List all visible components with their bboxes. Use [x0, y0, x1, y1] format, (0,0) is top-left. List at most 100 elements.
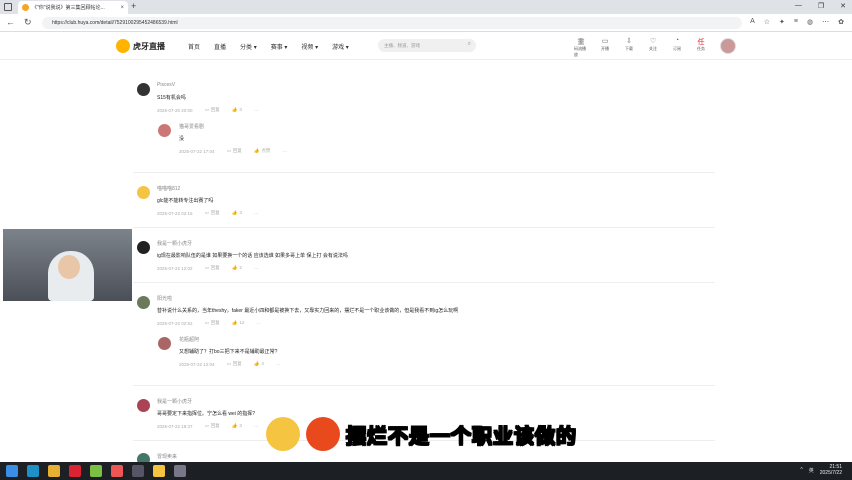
- app-icon[interactable]: [132, 465, 144, 477]
- browser-toolbar-icons: A ☆ ✦ ≡ ◍ ⋯ ✿: [750, 18, 844, 26]
- comment-author[interactable]: PiscesV: [157, 82, 175, 88]
- tasks-icon: 任: [697, 39, 705, 46]
- profile-icon[interactable]: ◍: [807, 18, 813, 26]
- cartoon-sticker-icon: [266, 417, 300, 451]
- avatar[interactable]: [137, 296, 150, 309]
- like-button[interactable]: 👍 12: [232, 320, 245, 326]
- user-avatar[interactable]: [720, 38, 736, 54]
- explorer-icon[interactable]: [48, 465, 60, 477]
- app-icon[interactable]: [90, 465, 102, 477]
- comment-meta: 2025-07-22 02:52 ▭ 回复 👍 12 ···: [157, 320, 261, 326]
- close-window-button[interactable]: ✕: [840, 2, 846, 10]
- app-icon[interactable]: [153, 465, 165, 477]
- app-icon[interactable]: [111, 465, 123, 477]
- nav-home[interactable]: 首页: [188, 42, 200, 51]
- site-search-input[interactable]: 主播、频道、游戏 ⌕: [378, 39, 476, 52]
- more-icon[interactable]: ···: [254, 424, 259, 429]
- wps-icon[interactable]: [69, 465, 81, 477]
- more-icon[interactable]: ···: [254, 266, 259, 271]
- avatar[interactable]: [137, 186, 150, 199]
- comment-meta: 2025-07-22 17:04 ▭ 回复 👍 点赞 ···: [179, 148, 287, 154]
- windows-taskbar: ^ 英 21:51 2025/7/22: [0, 462, 852, 480]
- avatar[interactable]: [137, 241, 150, 254]
- like-count: 点赞: [261, 148, 271, 153]
- avatar[interactable]: [158, 124, 171, 137]
- header-action-tasks[interactable]: 任任务: [694, 37, 708, 58]
- url-field[interactable]: https://club.huya.com/detail/75291002954…: [42, 17, 742, 29]
- tab-title: 《"你"说我说》第三集回顾帖论...: [32, 5, 105, 11]
- avatar[interactable]: [137, 83, 150, 96]
- nav-category[interactable]: 分类 ▾: [240, 42, 257, 51]
- like-count: 3: [239, 423, 242, 428]
- nav-events[interactable]: 赛事 ▾: [271, 42, 288, 51]
- tray-expand-icon[interactable]: ^: [800, 467, 802, 473]
- reply-button[interactable]: ▭ 回复: [205, 320, 220, 326]
- comment-author[interactable]: 阳光啦: [157, 295, 172, 302]
- reply-button[interactable]: ▭ 回复: [227, 361, 242, 367]
- like-button[interactable]: 👍 4: [254, 361, 264, 367]
- translate-icon[interactable]: A: [750, 18, 755, 26]
- more-icon[interactable]: ···: [276, 362, 281, 367]
- header-action-follow[interactable]: ♡ 关注: [646, 37, 660, 58]
- refresh-icon[interactable]: ↻: [24, 17, 32, 28]
- browser-tab[interactable]: 《"你"说我说》第三集回顾帖论... ×: [18, 1, 128, 14]
- more-menu-icon[interactable]: ⋯: [822, 18, 829, 26]
- comment-author[interactable]: 我是一颗小虎牙: [157, 240, 192, 247]
- window-menu-icon[interactable]: [4, 3, 12, 11]
- start-icon[interactable]: [6, 465, 18, 477]
- thumbs-up-icon: 👍: [231, 265, 238, 270]
- reply-button[interactable]: ▭ 回复: [227, 148, 242, 154]
- comment-author[interactable]: 花瓶超阿: [179, 336, 199, 343]
- bookmark-star-icon[interactable]: ☆: [764, 18, 770, 26]
- huya-logo[interactable]: 虎牙直播: [116, 39, 165, 53]
- more-icon[interactable]: ···: [256, 321, 261, 326]
- avatar[interactable]: [137, 399, 150, 412]
- nav-live[interactable]: 直播: [214, 42, 226, 51]
- like-button[interactable]: 👍 2: [232, 265, 242, 271]
- reply-button[interactable]: ▭ 回复: [205, 423, 220, 429]
- like-button[interactable]: 👍 3: [232, 210, 242, 216]
- comment-author[interactable]: 冒现卖来: [157, 453, 177, 460]
- taskbar-apps: [6, 465, 186, 477]
- reply-label: 回复: [210, 210, 220, 215]
- header-action-subscribe[interactable]: ◔ 订阅: [670, 37, 684, 58]
- favorites-icon[interactable]: ≡: [794, 18, 798, 26]
- like-button[interactable]: 👍 3: [232, 423, 242, 429]
- tab-close-icon[interactable]: ×: [120, 5, 124, 11]
- comment-author[interactable]: 猫哥爱看剧: [179, 123, 204, 130]
- reply-icon: ▭: [204, 210, 209, 215]
- like-button[interactable]: 👍 3: [232, 107, 242, 113]
- reply-button[interactable]: ▭ 回复: [205, 107, 220, 113]
- site-header: 虎牙直播 首页 直播 分类 ▾ 赛事 ▾ 视频 ▾ 游戏 ▾ 主播、频道、游戏 …: [0, 32, 852, 60]
- like-count: 3: [239, 210, 242, 215]
- header-action-stream[interactable]: 重码流播放: [574, 37, 588, 58]
- nav-games[interactable]: 游戏 ▾: [332, 42, 349, 51]
- more-icon[interactable]: ···: [282, 149, 287, 154]
- restore-button[interactable]: ❐: [818, 2, 824, 10]
- new-tab-button[interactable]: +: [131, 1, 136, 11]
- header-action-broadcast[interactable]: ▭ 开播: [598, 37, 612, 58]
- extensions-icon[interactable]: ✦: [779, 18, 785, 26]
- broadcast-icon: ▭: [601, 38, 609, 45]
- clock-date: 2025/7/22: [819, 470, 842, 476]
- header-action-download[interactable]: ⇩ 下载: [622, 37, 636, 58]
- reply-button[interactable]: ▭ 回复: [205, 265, 220, 271]
- like-button[interactable]: 👍 点赞: [254, 148, 271, 154]
- nav-video[interactable]: 视频 ▾: [301, 42, 318, 51]
- reply-button[interactable]: ▭ 回复: [205, 210, 220, 216]
- edge-icon[interactable]: [27, 465, 39, 477]
- comment-author[interactable]: 我是一颗小虎牙: [157, 398, 192, 405]
- minimize-button[interactable]: —: [795, 2, 802, 10]
- clock[interactable]: 21:51 2025/7/22: [820, 464, 842, 476]
- copilot-icon[interactable]: ✿: [838, 18, 844, 26]
- more-icon[interactable]: ···: [254, 211, 259, 216]
- more-icon[interactable]: ···: [254, 108, 259, 113]
- comment-author[interactable]: 喵喵喵812: [157, 185, 180, 192]
- avatar[interactable]: [158, 337, 171, 350]
- comment-meta: 2025-07-20 20:00 ▭ 回复 👍 3 ···: [157, 107, 258, 113]
- app-icon[interactable]: [174, 465, 186, 477]
- logo-text: 虎牙直播: [133, 41, 165, 51]
- back-icon[interactable]: ←: [6, 17, 15, 27]
- search-icon[interactable]: ⌕: [468, 41, 471, 48]
- input-language[interactable]: 英: [809, 467, 814, 474]
